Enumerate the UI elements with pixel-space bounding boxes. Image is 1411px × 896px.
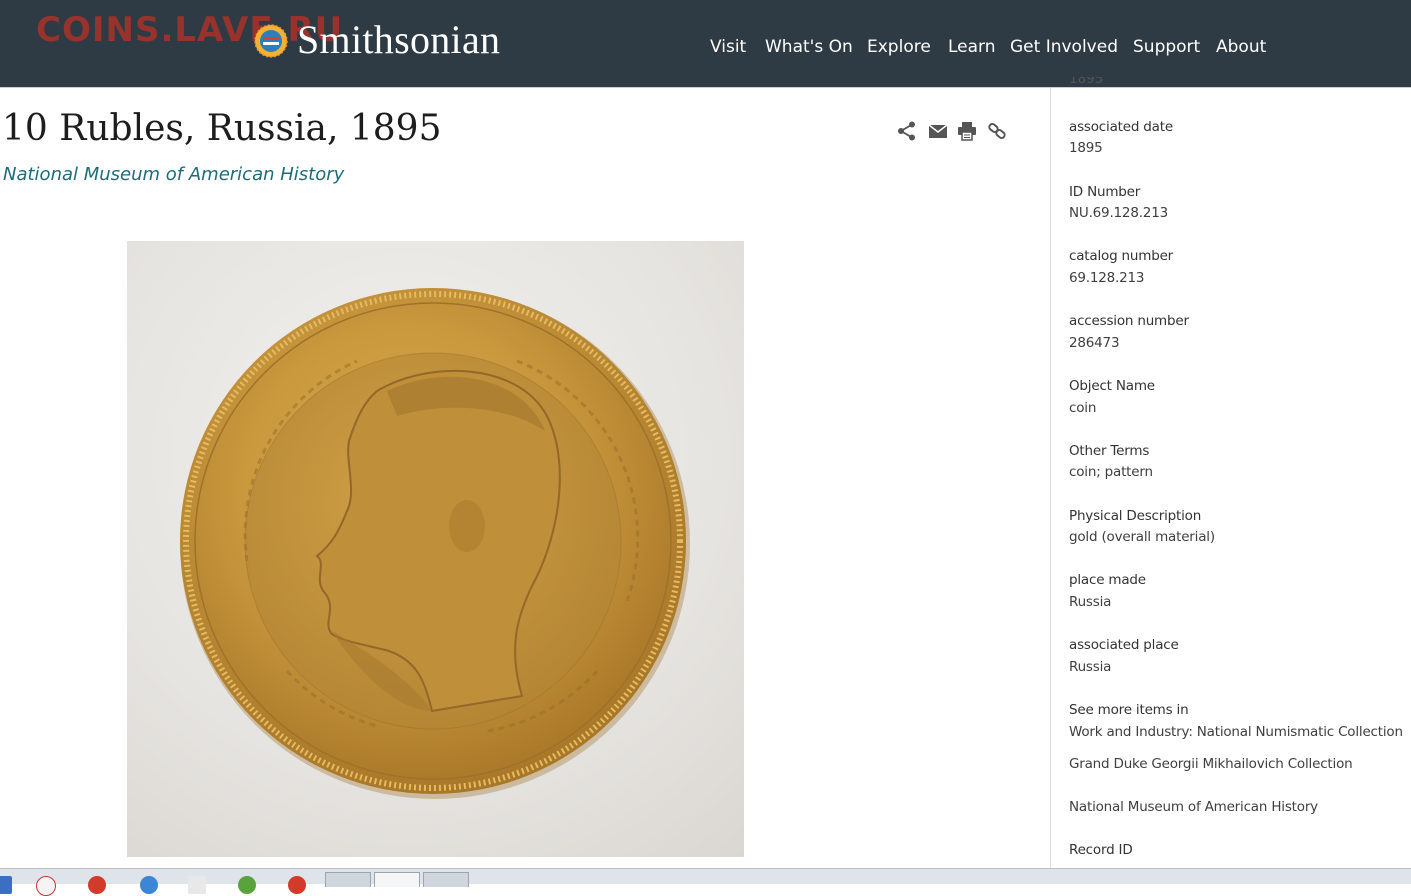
nav-support[interactable]: Support [1133, 37, 1200, 57]
page-title: 10 Rubles, Russia, 1895 [2, 108, 442, 149]
opera-icon[interactable] [88, 876, 106, 894]
nav-visit[interactable]: Visit [710, 37, 746, 57]
share-icon[interactable] [896, 120, 918, 142]
link-icon[interactable] [986, 120, 1008, 142]
nav-whats-on[interactable]: What's On [765, 37, 853, 57]
field-label-associated-place: associated place [1069, 637, 1179, 653]
smithsonian-sun-logo-icon[interactable] [254, 24, 288, 58]
print-icon[interactable] [956, 120, 978, 142]
email-icon[interactable] [927, 120, 949, 142]
taskbar-window-3[interactable] [423, 872, 469, 887]
field-label-other-terms: Other Terms [1069, 443, 1150, 459]
field-label-object-name: Object Name [1069, 378, 1155, 394]
taskbar-window-1[interactable] [325, 872, 371, 887]
field-value-accession-number: 286473 [1069, 335, 1120, 351]
field-value-associated-date: 1895 [1069, 140, 1103, 156]
coin-image [180, 288, 690, 799]
sidebar-divider [1050, 88, 1051, 883]
see-more-link-nmah[interactable]: National Museum of American History [1069, 799, 1318, 815]
green-app-icon[interactable] [238, 876, 256, 894]
field-value-id-number: NU.69.128.213 [1069, 205, 1168, 221]
see-more-link-numismatic[interactable]: Work and Industry: National Numismatic C… [1069, 724, 1403, 740]
clipped-field-value: 1895 [1069, 77, 1104, 85]
field-label-id-number: ID Number [1069, 184, 1141, 200]
field-label-record-id: Record ID [1069, 842, 1133, 858]
field-value-catalog-number: 69.128.213 [1069, 270, 1145, 286]
nav-about[interactable]: About [1216, 37, 1266, 57]
browser-icon[interactable] [140, 876, 158, 894]
field-label-catalog-number: catalog number [1069, 248, 1174, 264]
field-value-place-made: Russia [1069, 594, 1112, 610]
start-icon[interactable] [0, 876, 12, 894]
smithsonian-brand[interactable]: Smithsonian [297, 16, 500, 63]
red-app-icon[interactable] [288, 876, 306, 894]
museum-link[interactable]: National Museum of American History [3, 164, 344, 185]
header-divider [0, 87, 1411, 88]
see-more-link-georgii-collection[interactable]: Grand Duke Georgii Mikhailovich Collecti… [1069, 756, 1353, 772]
coin-photo[interactable] [127, 241, 744, 857]
taskbar-window-2[interactable] [374, 872, 420, 887]
see-more-label: See more items in [1069, 702, 1189, 718]
field-value-other-terms: coin; pattern [1069, 464, 1153, 480]
field-label-associated-date: associated date [1069, 119, 1173, 135]
document-app-icon[interactable] [188, 876, 206, 894]
field-value-object-name: coin [1069, 400, 1097, 416]
field-label-place-made: place made [1069, 572, 1146, 588]
nav-explore[interactable]: Explore [867, 37, 931, 57]
field-label-physical-description: Physical Description [1069, 508, 1202, 524]
os-taskbar [0, 868, 1411, 896]
clock-app-icon[interactable] [36, 876, 56, 896]
nav-learn[interactable]: Learn [948, 37, 996, 57]
field-value-physical-description: gold (overall material) [1069, 529, 1215, 545]
field-label-accession-number: accession number [1069, 313, 1189, 329]
field-value-associated-place: Russia [1069, 659, 1112, 675]
nav-get-involved[interactable]: Get Involved [1010, 37, 1118, 57]
